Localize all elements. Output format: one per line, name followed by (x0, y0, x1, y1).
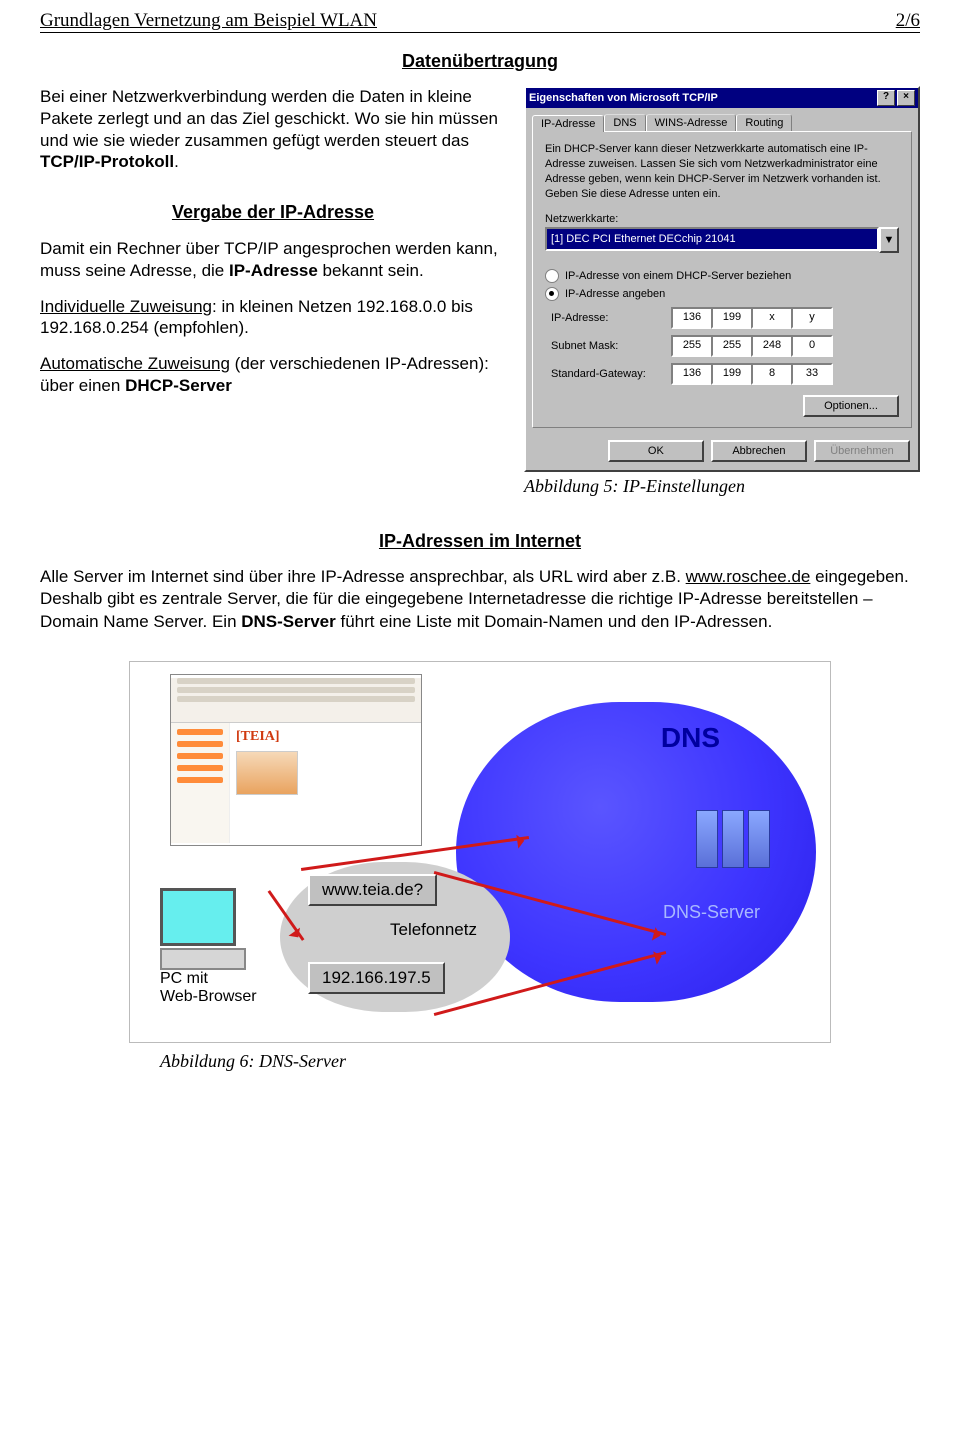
dns-label: DNS (661, 722, 720, 754)
chevron-down-icon[interactable]: ▼ (879, 227, 899, 253)
para-ip-1: Damit ein Rechner über TCP/IP angesproch… (40, 238, 506, 282)
gateway-input[interactable]: 136 199 8 33 (671, 363, 899, 385)
teia-logo: [TEIA] (236, 729, 415, 745)
dns-server-label: DNS-Server (663, 902, 760, 923)
ip-input[interactable]: 136 199 x y (671, 307, 899, 329)
radio-icon (545, 269, 559, 283)
tab-wins[interactable]: WINS-Adresse (646, 114, 737, 131)
server-rack-icon (696, 810, 770, 868)
para-ip-2: Individuelle Zuweisung: in kleinen Netze… (40, 296, 506, 340)
ok-button[interactable]: OK (608, 440, 704, 462)
dns-diagram: [TEIA] DNS www.teia.de? Telefonnetz 192.… (129, 661, 831, 1043)
page-number: 2/6 (896, 10, 920, 32)
page-header: Grundlagen Vernetzung am Beispiel WLAN 2… (40, 10, 920, 33)
figure6-caption: Abbildung 6: DNS-Server (160, 1051, 920, 1072)
para-datenuebertragung: Bei einer Netzwerkverbindung werden die … (40, 86, 506, 173)
section-datenuebertragung: Datenübertragung (40, 51, 920, 72)
dialog-hint: Ein DHCP-Server kann dieser Netzwerkkart… (545, 142, 899, 201)
dialog-title: Eigenschaften von Microsoft TCP/IP (529, 92, 875, 104)
url-box: www.teia.de? (308, 874, 437, 906)
mask-label: Subnet Mask: (551, 340, 661, 352)
para-ip-3: Automatische Zuweisung (der verschiedene… (40, 353, 506, 397)
nic-label: Netzwerkkarte: (545, 213, 899, 225)
mask-input[interactable]: 255 255 248 0 (671, 335, 899, 357)
radio-manual[interactable]: IP-Adresse angeben (545, 287, 899, 301)
pc-icon: PC mit Web-Browser (160, 888, 280, 1006)
dialog-titlebar[interactable]: Eigenschaften von Microsoft TCP/IP ? × (526, 88, 918, 108)
help-icon[interactable]: ? (877, 90, 895, 106)
figure5-caption: Abbildung 5: IP-Einstellungen (524, 476, 920, 497)
nic-dropdown[interactable]: [1] DEC PCI Ethernet DECchip 21041 ▼ (545, 227, 899, 253)
telefonnetz-label: Telefonnetz (390, 920, 477, 940)
options-button[interactable]: Optionen... (803, 395, 899, 417)
browser-window-icon: [TEIA] (170, 674, 422, 846)
section-ip-vergabe: Vergabe der IP-Adresse (40, 201, 506, 224)
close-icon[interactable]: × (897, 90, 915, 106)
doc-title: Grundlagen Vernetzung am Beispiel WLAN (40, 10, 377, 32)
para-dns: Alle Server im Internet sind über ihre I… (40, 566, 920, 632)
cancel-button[interactable]: Abbrechen (711, 440, 807, 462)
radio-icon (545, 287, 559, 301)
nic-value: [1] DEC PCI Ethernet DECchip 21041 (551, 233, 736, 245)
ip-box: 192.166.197.5 (308, 962, 445, 994)
tab-ip-adresse[interactable]: IP-Adresse (532, 115, 604, 132)
gateway-label: Standard-Gateway: (551, 368, 661, 380)
tab-dns[interactable]: DNS (604, 114, 645, 131)
tcpip-properties-dialog: Eigenschaften von Microsoft TCP/IP ? × I… (524, 86, 920, 472)
apply-button[interactable]: Übernehmen (814, 440, 910, 462)
ip-label: IP-Adresse: (551, 312, 661, 324)
tab-routing[interactable]: Routing (736, 114, 792, 131)
radio-dhcp[interactable]: IP-Adresse von einem DHCP-Server beziehe… (545, 269, 899, 283)
section-ip-internet: IP-Adressen im Internet (40, 531, 920, 552)
